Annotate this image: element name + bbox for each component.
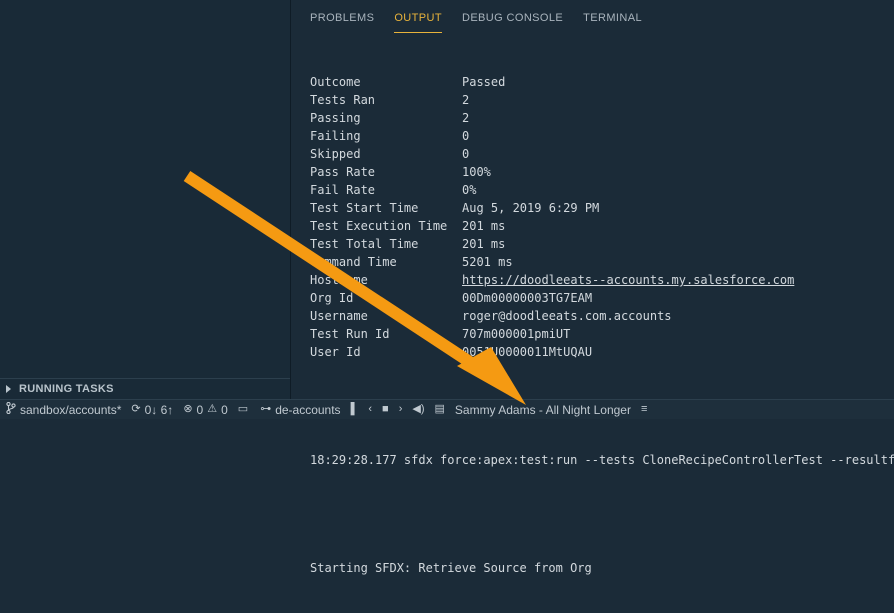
- playlist-button[interactable]: ≡: [641, 404, 647, 415]
- test-results: Outcome Passed Tests Ran 2 Passing 2 Failing 0 S…: [310, 73, 894, 361]
- warning-icon: ⚠: [207, 403, 218, 415]
- result-row: Outcome Passed: [310, 73, 894, 91]
- result-value: https://doodleeats--accounts.my.salesfor…: [462, 271, 794, 289]
- chevron-left-icon: ‹: [368, 403, 373, 415]
- result-row: Failing 0: [310, 127, 894, 145]
- result-key: Test Start Time: [310, 201, 419, 215]
- result-row: Command Time 5201 ms: [310, 253, 894, 271]
- result-key: Skipped: [310, 147, 361, 161]
- result-key: User Id: [310, 345, 361, 359]
- command-line: 18:29:28.177 sfdx force:apex:test:run --…: [310, 453, 894, 467]
- result-value: 0%: [462, 183, 477, 197]
- result-row: Fail Rate 0%: [310, 181, 894, 199]
- chevron-right-icon: ›: [398, 403, 403, 415]
- result-key: Command Time: [310, 255, 397, 269]
- error-count: 0: [196, 402, 204, 417]
- sync-counts: 0↓ 6↑: [144, 402, 174, 417]
- speaker-icon: ◀): [412, 403, 425, 415]
- result-key: Test Execution Time: [310, 219, 448, 233]
- result-row: Org Id 00Dm00000003TG7EAM: [310, 289, 894, 307]
- result-value: roger@doodleeats.com.accounts: [462, 309, 672, 323]
- org-name: de-accounts: [275, 402, 341, 417]
- tab-output[interactable]: OUTPUT: [394, 0, 442, 33]
- window-icon: ▭: [237, 403, 249, 415]
- now-playing-title: Sammy Adams - All Night Longer: [454, 402, 631, 417]
- result-key: Pass Rate: [310, 165, 376, 179]
- result-key: Outcome: [310, 75, 361, 89]
- result-key: Tests Ran: [310, 93, 376, 107]
- tab-problems[interactable]: PROBLEMS: [310, 0, 374, 32]
- result-value: Aug 5, 2019 6:29 PM: [462, 201, 600, 215]
- result-key: Org Id: [310, 291, 354, 305]
- problems-indicator[interactable]: ⊗ 0 ⚠ 0: [183, 403, 227, 417]
- lyrics-button[interactable]: ▤: [434, 404, 444, 415]
- output-log: Outcome Passed Tests Ran 2 Passing 2 Failing 0 S…: [310, 37, 894, 613]
- menu-icon: ≡: [640, 403, 648, 415]
- stop-button[interactable]: ■: [382, 404, 389, 415]
- panel-tabs: PROBLEMS OUTPUT DEBUG CONSOLE TERMINAL: [310, 0, 642, 33]
- side-bar: RUNNING TASKS: [0, 0, 291, 399]
- result-value: 707m000001pmiUT: [462, 327, 571, 341]
- starting-line: Starting SFDX: Retrieve Source from Org: [310, 561, 592, 575]
- error-icon: ⊗: [183, 403, 193, 415]
- result-value: 00Dm00000003TG7EAM: [462, 291, 593, 305]
- result-value: 201 ms: [462, 237, 506, 251]
- result-row: Pass Rate 100%: [310, 163, 894, 181]
- bottom-panel: PROBLEMS OUTPUT DEBUG CONSOLE TERMINAL O…: [291, 0, 894, 575]
- git-branch-icon: [6, 401, 16, 417]
- running-tasks-label: RUNNING TASKS: [19, 383, 114, 395]
- stop-icon: ■: [382, 403, 389, 415]
- result-row: Test Total Time 201 ms: [310, 235, 894, 253]
- result-value: Passed: [462, 75, 506, 89]
- tab-terminal[interactable]: TERMINAL: [583, 0, 642, 32]
- result-value: 100%: [462, 165, 491, 179]
- result-value: 5201 ms: [462, 255, 513, 269]
- now-playing[interactable]: Sammy Adams - All Night Longer: [455, 403, 631, 417]
- chevron-right-icon: [6, 385, 11, 393]
- result-value: 0051U0000011MtUQAU: [462, 345, 593, 359]
- result-value: 201 ms: [462, 219, 506, 233]
- org-indicator[interactable]: ▭ ⊶ de-accounts: [238, 403, 341, 417]
- previous-track-button[interactable]: ‹: [368, 404, 372, 415]
- tab-debug-console[interactable]: DEBUG CONSOLE: [462, 0, 563, 32]
- book-icon: ▤: [434, 403, 445, 415]
- result-key: Hostname: [310, 273, 368, 287]
- result-key: Fail Rate: [310, 183, 376, 197]
- warning-count: 0: [221, 402, 228, 417]
- result-value: 2: [462, 93, 470, 107]
- result-row: Tests Ran 2: [310, 91, 894, 109]
- result-row: Passing 2: [310, 109, 894, 127]
- result-row: Skipped 0: [310, 145, 894, 163]
- result-row: Test Execution Time 201 ms: [310, 217, 894, 235]
- result-row: Test Start Time Aug 5, 2019 6:29 PM: [310, 199, 894, 217]
- sync-indicator[interactable]: ⟳ 0↓ 6↑: [131, 403, 173, 417]
- result-key: Test Run Id: [310, 327, 390, 341]
- result-value: 0: [462, 129, 470, 143]
- branch-indicator[interactable]: sandbox/accounts*: [6, 401, 122, 417]
- result-value: 2: [462, 111, 470, 125]
- hostname-link[interactable]: https://doodleeats--accounts.my.salesfor…: [462, 273, 794, 287]
- result-row: Test Run Id 707m000001pmiUT: [310, 325, 894, 343]
- next-track-button[interactable]: ›: [399, 404, 403, 415]
- running-tasks-header[interactable]: RUNNING TASKS: [0, 378, 290, 399]
- volume-button[interactable]: ◀): [412, 404, 424, 415]
- result-row: User Id 0051U0000011MtUQAU: [310, 343, 894, 361]
- result-row: Username roger@doodleeats.com.accounts: [310, 307, 894, 325]
- org-open-button[interactable]: ▌: [351, 404, 359, 415]
- result-key: Failing: [310, 129, 361, 143]
- result-value: 0: [462, 147, 470, 161]
- sync-icon: ⟳: [131, 403, 141, 415]
- result-key: Passing: [310, 111, 361, 125]
- status-bar: sandbox/accounts* ⟳ 0↓ 6↑ ⊗ 0 ⚠ 0 ▭ ⊶ de…: [0, 399, 894, 419]
- result-key: Test Total Time: [310, 237, 419, 251]
- org-icon: ⊶: [260, 403, 272, 415]
- result-key: Username: [310, 309, 368, 323]
- door-icon: ▌: [350, 403, 359, 415]
- result-row: Hostname https://doodleeats--accounts.my.…: [310, 271, 894, 289]
- branch-name: sandbox/accounts*: [20, 402, 122, 417]
